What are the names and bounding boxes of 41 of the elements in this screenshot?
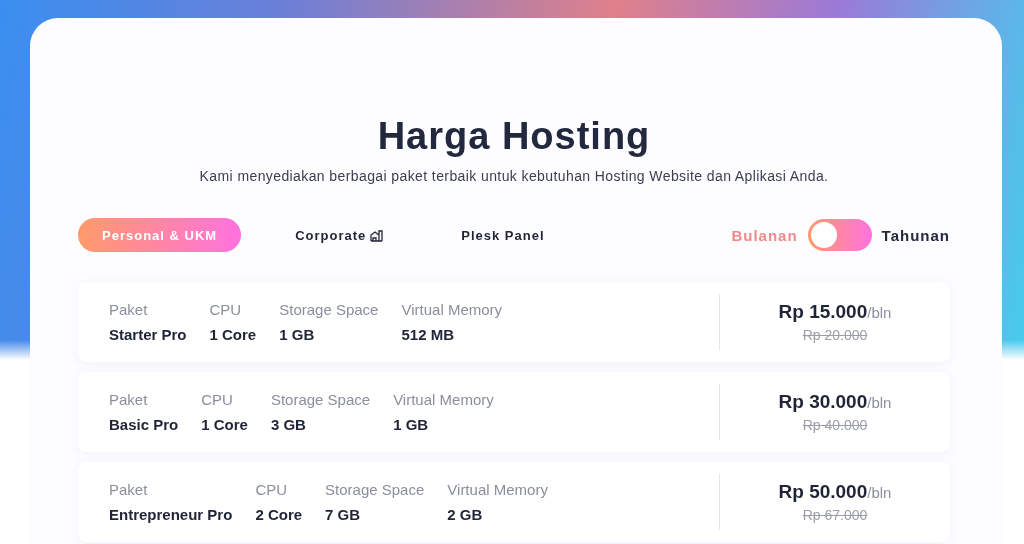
field-value: 1 Core <box>201 416 248 433</box>
field-value: 2 Core <box>255 506 303 523</box>
price: Rp 15.000 <box>778 301 868 323</box>
field-label: Paket <box>109 301 149 318</box>
field-value: Entrepreneur Pro <box>109 506 233 523</box>
old-price: Rp 40.000 <box>802 417 868 433</box>
field-label: Virtual Memory <box>393 391 494 408</box>
field-value: Basic Pro <box>109 416 179 433</box>
price-period: /bln <box>867 394 892 411</box>
page-subtitle: Kami menyediakan berbagai paket terbaik untuk kebutuhan Hosting Website dan Aplikasi Anda. <box>198 168 830 184</box>
billing-toggle[interactable] <box>807 219 872 251</box>
field-label: Paket <box>109 391 149 408</box>
field-label: Storage Space <box>325 481 425 498</box>
field-label: Virtual Memory <box>401 301 503 318</box>
toggle-label: Bulanan <box>731 226 798 244</box>
old-price: Rp 67.000 <box>802 507 868 523</box>
field-label: Paket <box>109 481 149 498</box>
price: Rp 50.000 <box>778 481 868 503</box>
field-value: 7 GB <box>325 506 362 523</box>
field-label: Storage Space <box>270 391 371 408</box>
field-value: 1 GB <box>393 416 430 433</box>
plan-tab[interactable]: Corporate <box>271 218 408 252</box>
field-label: CPU <box>201 391 234 408</box>
price-period: /bln <box>867 304 892 321</box>
page-title: Harga Hosting <box>376 114 652 158</box>
field-value: 2 GB <box>447 506 484 523</box>
old-price: Rp 20.000 <box>802 327 868 343</box>
field-value: 1 GB <box>279 326 316 343</box>
toggle-label: Tahunan <box>881 226 950 244</box>
field-label: CPU <box>209 301 243 318</box>
price: Rp 30.000 <box>778 391 868 413</box>
field-label: CPU <box>255 481 289 498</box>
field-label: Storage Space <box>279 301 379 318</box>
field-value: 3 GB <box>270 416 307 433</box>
field-value: 1 Core <box>209 326 257 343</box>
price-period: /bln <box>867 484 892 501</box>
field-value: Starter Pro <box>109 326 187 343</box>
field-label: Virtual Memory <box>447 481 548 498</box>
building-icon <box>370 228 384 242</box>
field-value: 512 MB <box>401 326 455 343</box>
plan-tab[interactable]: Plesk Panel <box>437 218 569 252</box>
